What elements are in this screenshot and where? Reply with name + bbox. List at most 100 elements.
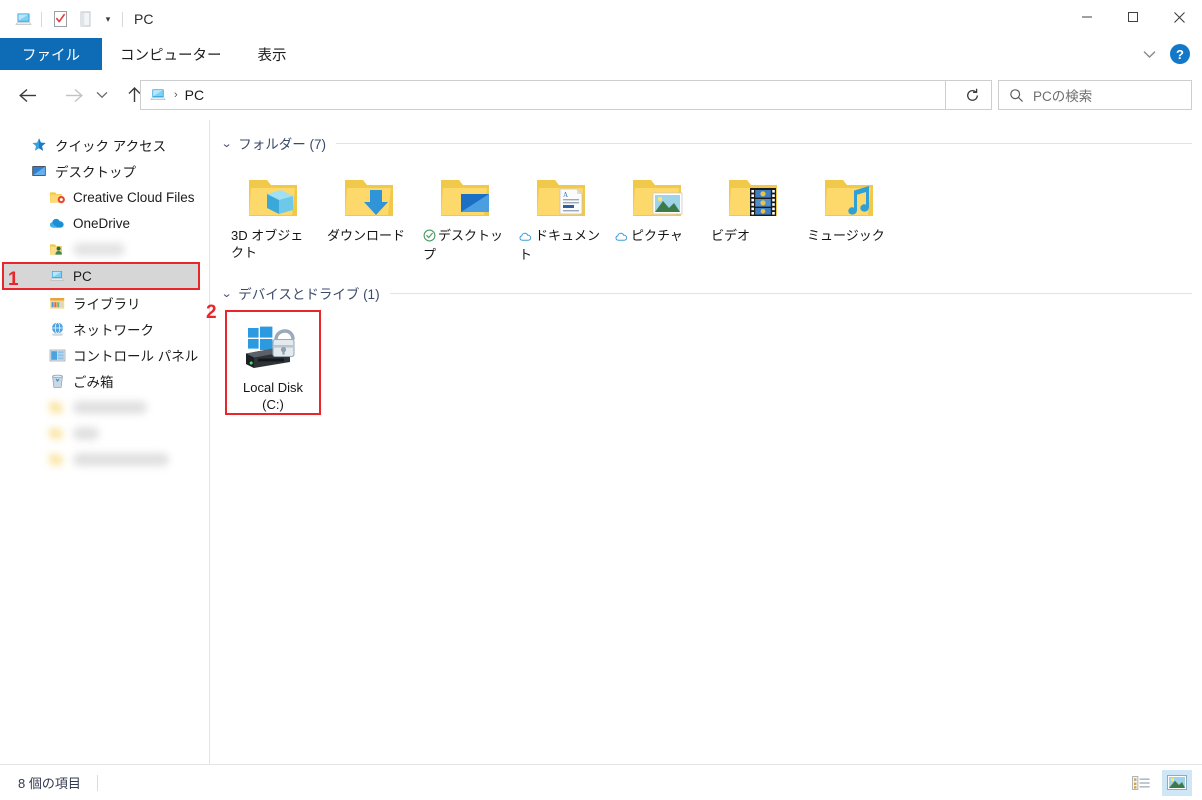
- breadcrumb-current[interactable]: PC: [185, 87, 204, 103]
- breadcrumb-separator[interactable]: ›: [174, 89, 178, 101]
- creative-cloud-folder-icon: [48, 188, 66, 206]
- this-pc-icon[interactable]: [10, 6, 36, 32]
- sidebar-item-creative-cloud-files[interactable]: Creative Cloud Files: [0, 184, 209, 210]
- tile-3d-objects[interactable]: 3D オブジェクト: [225, 160, 321, 264]
- sidebar-label: クイック アクセス: [55, 139, 167, 154]
- close-button[interactable]: [1156, 0, 1202, 34]
- sidebar-item-blurred-1[interactable]: [0, 394, 209, 420]
- tile-videos[interactable]: ビデオ: [705, 160, 801, 264]
- search-icon: [1009, 88, 1024, 103]
- local-disk-bitlocker-icon: [240, 318, 306, 374]
- tile-label: Local Disk (C:): [243, 380, 303, 412]
- tile-desktop[interactable]: デスクトップ: [417, 160, 513, 264]
- sidebar-item-network[interactable]: ネットワーク: [0, 316, 209, 342]
- local-disk-tile[interactable]: Local Disk (C:): [225, 310, 321, 415]
- onedrive-cloud-icon: [48, 214, 66, 232]
- sidebar-label: OneDrive: [73, 215, 131, 231]
- svg-text:A: A: [563, 191, 568, 199]
- properties-icon[interactable]: [47, 6, 73, 32]
- sidebar-item-onedrive[interactable]: OneDrive: [0, 210, 209, 236]
- title-bar: ▾ PC: [0, 0, 1202, 38]
- sidebar-item-blurred-2[interactable]: [0, 420, 209, 446]
- search-input[interactable]: PCの検索: [998, 80, 1192, 110]
- qat-divider: [41, 11, 42, 27]
- explorer-body: クイック アクセス デスクトップ Creative Cloud Files On…: [0, 120, 1202, 765]
- tab-computer[interactable]: コンピューター: [102, 38, 240, 70]
- large-icons-view-icon[interactable]: [1162, 769, 1192, 796]
- minimize-button[interactable]: [1064, 0, 1110, 34]
- folders-group-header[interactable]: ⌄ フォルダー (7): [211, 132, 1202, 154]
- qat-divider-2: [122, 11, 123, 27]
- sidebar-label-blurred: [73, 400, 147, 414]
- refresh-button[interactable]: [954, 80, 992, 110]
- recycle-bin-icon: [48, 372, 66, 390]
- forward-button[interactable]: [58, 79, 90, 111]
- maximize-button[interactable]: [1110, 0, 1156, 34]
- sidebar-label-blurred: [73, 452, 169, 466]
- tab-view[interactable]: 表示: [240, 38, 305, 70]
- tile-label-wrap: ドキュメント: [519, 227, 603, 263]
- ribbon-tab-bar: ファイル コンピューター 表示 ?: [0, 38, 1202, 71]
- sidebar-item-recycle-bin[interactable]: ごみ箱: [0, 368, 209, 394]
- folder-documents-icon: A: [533, 166, 589, 222]
- devices-group-header[interactable]: ⌄ デバイスとドライブ (1): [211, 282, 1202, 304]
- folders-group-label: フォルダー (7): [238, 137, 326, 152]
- status-divider: [96, 774, 98, 791]
- content-pane[interactable]: ⌄ フォルダー (7) 3D オブジェクト ダウンロード デスクトップ A ドキ…: [211, 120, 1202, 765]
- folder-music-icon: [821, 166, 877, 222]
- window-controls: [1064, 0, 1202, 34]
- folder-icon: [48, 424, 66, 442]
- sidebar-label: PC: [73, 268, 92, 284]
- recent-locations-button[interactable]: [90, 79, 114, 111]
- sidebar-item-user-folder[interactable]: [0, 236, 209, 262]
- details-view-icon[interactable]: [1126, 770, 1156, 796]
- tile-pictures[interactable]: ピクチャ: [609, 160, 705, 264]
- sidebar-item-blurred-3[interactable]: [0, 446, 209, 472]
- chevron-down-icon[interactable]: ⌄: [221, 137, 233, 150]
- desktop-icon: [30, 162, 48, 180]
- tile-label: ビデオ: [711, 228, 751, 243]
- folder-desktop-icon: [437, 166, 493, 222]
- help-button[interactable]: ?: [1170, 44, 1190, 64]
- folder-pictures-icon: [629, 166, 685, 222]
- tile-label: ミュージック: [807, 228, 885, 243]
- annotation-marker-2: 2: [206, 302, 217, 323]
- sidebar-label: ライブラリ: [73, 297, 141, 312]
- sidebar-item-pc[interactable]: PC: [2, 262, 200, 290]
- star-icon: [30, 136, 48, 154]
- sidebar-label-blurred: [73, 242, 125, 256]
- network-icon: [48, 320, 66, 338]
- folder-3d-objects-icon: [245, 166, 301, 222]
- sidebar-label: Creative Cloud Files: [73, 189, 195, 205]
- devices-group-label: デバイスとドライブ (1): [238, 287, 380, 302]
- tile-downloads[interactable]: ダウンロード: [321, 160, 417, 264]
- user-folder-icon: [48, 240, 66, 258]
- folder-icon: [48, 450, 66, 468]
- folder-downloads-icon: [341, 166, 397, 222]
- sidebar-label-blurred: [73, 426, 99, 440]
- tab-file[interactable]: ファイル: [0, 38, 102, 70]
- file-explorer-window: ▾ PC ファイル コンピューター 表示 ? › PC PCの検索 クイック ア…: [0, 0, 1202, 800]
- chevron-down-icon[interactable]: ⌄: [221, 287, 233, 300]
- folders-tile-list: 3D オブジェクト ダウンロード デスクトップ A ドキュメント ピクチャ ビデ…: [211, 154, 1202, 264]
- breadcrumb[interactable]: › PC: [140, 80, 946, 110]
- collapse-ribbon-icon[interactable]: [1138, 43, 1160, 65]
- group-divider: [335, 142, 1192, 144]
- new-folder-icon[interactable]: [73, 6, 99, 32]
- back-button[interactable]: [12, 79, 44, 111]
- tile-label: 3D オブジェクト: [231, 228, 304, 260]
- quick-access-toolbar: ▾ PC: [0, 0, 153, 38]
- folder-videos-icon: [725, 166, 781, 222]
- sidebar-item-quick-access[interactable]: クイック アクセス: [0, 132, 209, 158]
- view-toggle-group: [1126, 765, 1192, 800]
- control-panel-icon: [48, 346, 66, 364]
- sidebar-item-control-panel[interactable]: コントロール パネル: [0, 342, 209, 368]
- sidebar-item-libraries[interactable]: ライブラリ: [0, 290, 209, 316]
- annotation-marker-1: 1: [8, 269, 19, 290]
- tile-music[interactable]: ミュージック: [801, 160, 897, 264]
- tile-label: ピクチャ: [631, 228, 683, 243]
- sidebar-item-desktop[interactable]: デスクトップ: [0, 158, 209, 184]
- customize-qat-caret-icon[interactable]: ▾: [99, 6, 117, 32]
- cloud-badge-icon: [519, 229, 533, 246]
- tile-documents[interactable]: A ドキュメント: [513, 160, 609, 264]
